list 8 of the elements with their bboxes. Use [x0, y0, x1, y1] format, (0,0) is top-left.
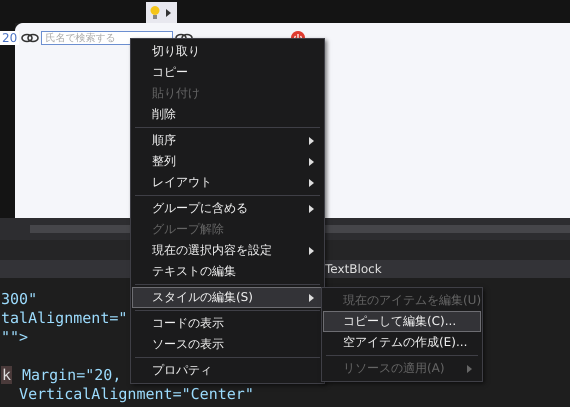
code-text: talAlignment=" [1, 308, 128, 326]
code-text: 300" [1, 290, 38, 308]
code-text: Margin="20, [22, 366, 122, 384]
code-text: ""> [1, 328, 28, 346]
margin-value: 20 [0, 31, 20, 45]
code-text: VerticalAlignment="Center" [18, 384, 254, 402]
element-breadcrumb: TextBlock [325, 262, 382, 276]
code-text: k [1, 366, 12, 384]
